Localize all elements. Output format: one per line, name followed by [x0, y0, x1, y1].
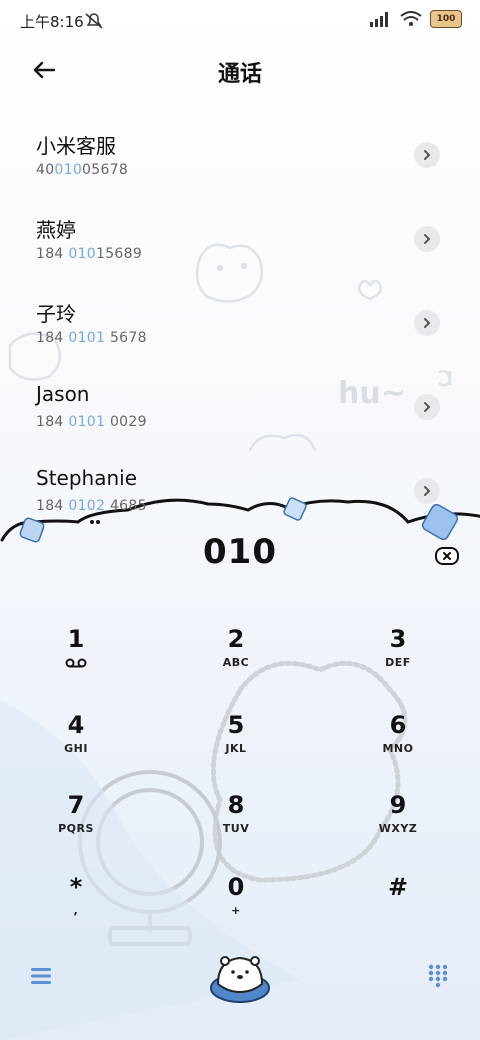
contact-details-button[interactable] [414, 142, 440, 168]
key-hash[interactable]: # [338, 872, 458, 942]
key-5[interactable]: 5 JKL [176, 710, 296, 780]
contact-name: 子玲 [36, 302, 76, 326]
key-6[interactable]: 6 MNO [338, 710, 458, 780]
contact-details-button[interactable] [414, 394, 440, 420]
status-bar: 上午8:16 100 [0, 0, 480, 40]
contact-number: 184 01015689 [36, 246, 143, 262]
key-1[interactable]: 1 [16, 624, 136, 694]
backspace-icon[interactable] [434, 546, 460, 566]
dialed-number-display[interactable]: 010 [0, 532, 480, 572]
contact-number: 184 0101 0029 [36, 414, 147, 430]
key-7[interactable]: 7 PQRS [16, 790, 136, 860]
key-0[interactable]: 0 + [176, 872, 296, 942]
contact-name: 燕婷 [36, 218, 76, 242]
chevron-right-icon [424, 150, 431, 160]
contact-details-button[interactable] [414, 478, 440, 504]
contact-name: 小米客服 [36, 134, 116, 158]
key-3[interactable]: 3 DEF [338, 624, 458, 694]
chevron-right-icon [424, 486, 431, 496]
page-title: 通话 [217, 62, 262, 87]
keypad-toggle-icon[interactable] [428, 964, 448, 988]
battery-indicator: 100 [430, 10, 462, 28]
menu-icon[interactable] [30, 966, 52, 986]
contact-number: 4001005678 [36, 162, 129, 178]
contact-item[interactable]: Stephanie 184 0102 4685 [0, 456, 480, 540]
contact-item[interactable]: 子玲 184 0101 5678 [0, 288, 480, 372]
contact-details-button[interactable] [414, 310, 440, 336]
signal-icon [370, 12, 388, 27]
contact-number: 184 0101 5678 [36, 330, 147, 346]
contact-item[interactable]: 小米客服 4001005678 [0, 120, 480, 204]
key-star[interactable]: * , [16, 872, 136, 942]
chevron-right-icon [424, 318, 431, 328]
key-4[interactable]: 4 GHI [16, 710, 136, 780]
contact-item[interactable]: Jason 184 0101 0029 [0, 372, 480, 456]
contact-details-button[interactable] [414, 226, 440, 252]
voicemail-icon [65, 658, 87, 668]
bottom-action-bar [0, 950, 480, 1010]
status-indicators: 100 [370, 10, 462, 28]
key-9[interactable]: 9 WXYZ [338, 790, 458, 860]
wifi-icon [400, 11, 422, 26]
contact-item[interactable]: 燕婷 184 01015689 [0, 204, 480, 288]
status-time: 上午8:16 [20, 13, 84, 31]
header: 通话 [0, 48, 480, 92]
chevron-right-icon [424, 234, 431, 244]
chevron-right-icon [424, 402, 431, 412]
contact-name: Stephanie [36, 466, 138, 490]
contact-name: Jason [36, 382, 90, 406]
key-2[interactable]: 2 ABC [176, 624, 296, 694]
key-8[interactable]: 8 TUV [176, 790, 296, 860]
contact-number: 184 0102 4685 [36, 498, 147, 514]
notifications-muted-icon [85, 13, 103, 29]
call-button-bear-icon[interactable] [208, 950, 272, 1004]
